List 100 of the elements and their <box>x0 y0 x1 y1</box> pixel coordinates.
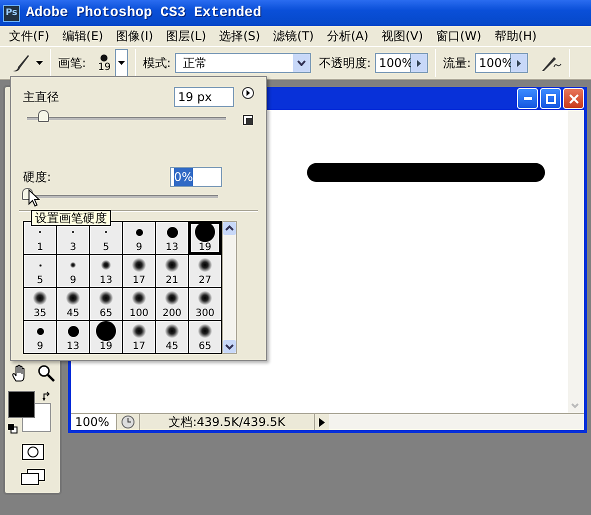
menu-item[interactable]: 文件(F) <box>3 27 56 45</box>
brush-tip-icon <box>165 258 179 272</box>
chevron-down-icon <box>296 60 306 66</box>
brush-tip-icon <box>99 291 113 305</box>
menu-item[interactable]: 帮助(H) <box>488 27 543 45</box>
brush-preset[interactable]: 21 <box>156 255 188 287</box>
mouse-pointer-icon <box>28 189 40 207</box>
clock-icon[interactable] <box>121 415 135 429</box>
close-button[interactable] <box>563 88 584 109</box>
chevron-up-icon[interactable] <box>223 222 236 235</box>
brush-tip-icon <box>132 258 146 272</box>
value-field[interactable]: 19 px <box>174 87 234 107</box>
vertical-scrollbar[interactable] <box>222 221 237 354</box>
zoom-icon[interactable] <box>36 364 54 382</box>
maximize-button[interactable] <box>540 88 561 109</box>
menu-item[interactable]: 窗口(W) <box>430 27 488 45</box>
brush-preset[interactable]: 5 <box>24 255 56 287</box>
brush-preset[interactable]: 45 <box>57 288 89 320</box>
brush-tip-icon <box>66 291 80 305</box>
minimize-icon <box>524 97 532 100</box>
app-logo: Ps <box>3 4 20 22</box>
brush-preset[interactable]: 35 <box>24 288 56 320</box>
flyout-button[interactable] <box>510 53 528 73</box>
brush-preset[interactable]: 13 <box>90 255 122 287</box>
slider-label: 硬度: <box>23 169 52 186</box>
mode-select[interactable]: 正常 <box>174 53 311 73</box>
brush-preset[interactable]: 13 <box>156 222 188 254</box>
default-colors-icon[interactable] <box>8 424 18 434</box>
opacity-label: 不透明度: <box>318 55 371 72</box>
brush-tip-icon <box>165 291 179 305</box>
close-icon <box>568 94 578 104</box>
tooltip: 设置画笔硬度 <box>31 210 111 226</box>
brush-preset[interactable]: 45 <box>156 321 188 353</box>
menu-item[interactable]: 选择(S) <box>213 27 266 45</box>
brush-tip-icon <box>198 324 212 338</box>
vertical-scrollbar[interactable] <box>568 110 584 413</box>
brush-preset[interactable]: 65 <box>90 288 122 320</box>
flow-label: 流量: <box>442 55 471 72</box>
color-swatches-drawing[interactable] <box>8 391 50 432</box>
brush-tip-icon <box>166 226 178 238</box>
brush-tip-icon <box>132 291 146 305</box>
brush-tip-icon <box>136 228 142 236</box>
new-preset-icon[interactable] <box>243 115 253 125</box>
maximize-icon <box>546 94 556 104</box>
brush-preset[interactable]: 17 <box>123 255 155 287</box>
menu-item[interactable]: 滤镜(T) <box>267 27 320 45</box>
opacity-field[interactable]: 100% <box>374 53 411 73</box>
brush-dropdown-button[interactable] <box>114 49 128 77</box>
brush-preset[interactable]: 13 <box>57 321 89 353</box>
brush-tip-icon <box>33 291 47 305</box>
brush-tip-icon <box>101 260 111 270</box>
caret-icon <box>118 61 125 65</box>
brush-label: 画笔: <box>58 55 86 72</box>
flyout-button[interactable] <box>410 53 428 73</box>
brush-tip-icon <box>132 324 146 338</box>
brush-tip-icon <box>198 258 212 272</box>
triangle-right-icon <box>516 60 521 66</box>
minimize-button[interactable] <box>517 88 538 109</box>
flow-field[interactable]: 100% <box>474 53 511 73</box>
brush-preset[interactable]: 19 <box>90 321 122 353</box>
brush-preset[interactable]: 1 <box>24 222 56 254</box>
swap-colors-icon[interactable] <box>42 391 52 401</box>
brush-tip-icon <box>68 326 78 336</box>
slider-label: 主直径 <box>23 89 59 106</box>
brush-preset[interactable]: 100 <box>123 288 155 320</box>
brush-preset[interactable]: 19 <box>189 222 221 254</box>
brush-tip-icon <box>198 291 212 305</box>
brush-tip-icon <box>96 321 116 341</box>
slider-thumb[interactable] <box>38 110 49 122</box>
caret-icon[interactable] <box>36 61 43 65</box>
menu-item[interactable]: 编辑(E) <box>56 27 110 45</box>
quick-mask-icon[interactable] <box>22 444 44 460</box>
horizontal-scrollbar[interactable] <box>329 414 584 430</box>
brush-preset[interactable]: 65 <box>189 321 221 353</box>
menu-item[interactable]: 图像(I) <box>110 27 160 45</box>
triangle-right-icon <box>416 60 421 66</box>
brush-preset[interactable]: 300 <box>189 288 221 320</box>
brush-tip-icon <box>100 54 108 62</box>
menu-item[interactable]: 视图(V) <box>375 27 430 45</box>
zoom-field[interactable]: 100% <box>71 414 117 430</box>
brush-preset[interactable]: 5 <box>90 222 122 254</box>
brush-preset[interactable]: 9 <box>123 222 155 254</box>
menu-item[interactable]: 图层(L) <box>160 27 212 45</box>
brush-tip-icon <box>38 264 42 266</box>
brush-tip-icon <box>36 328 44 334</box>
brush-preset[interactable]: 27 <box>189 255 221 287</box>
brush-tip-icon <box>165 324 179 338</box>
chevron-down-icon[interactable] <box>223 340 236 353</box>
brush-preset[interactable]: 200 <box>156 288 188 320</box>
brush-preset[interactable]: 9 <box>57 255 89 287</box>
value-field[interactable]: 0% <box>170 167 222 187</box>
screen-mode-icon[interactable] <box>20 469 44 485</box>
brush-preset[interactable]: 17 <box>123 321 155 353</box>
triangle-right-icon <box>319 418 325 426</box>
menu-item[interactable]: 分析(A) <box>320 27 374 45</box>
flyout-menu-icon[interactable] <box>242 87 254 99</box>
brush-tip-icon <box>70 262 76 268</box>
brush-size: 19 <box>98 62 111 72</box>
brush-tip-icon <box>195 222 215 242</box>
brush-preset[interactable]: 9 <box>24 321 56 353</box>
